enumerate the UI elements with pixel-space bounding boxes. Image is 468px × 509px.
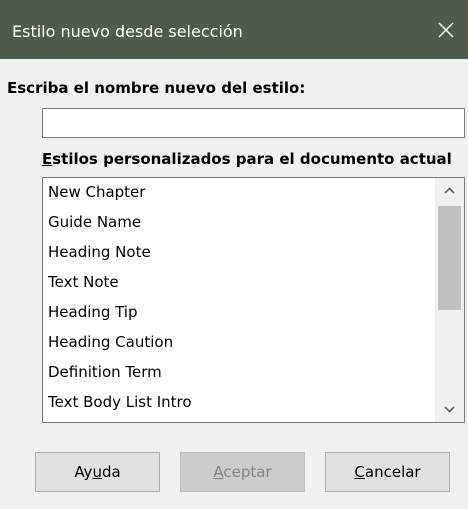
- accept-label-mnemonic: A: [213, 463, 224, 481]
- help-label-post: da: [101, 463, 121, 481]
- accept-label-post: ceptar: [223, 463, 272, 481]
- chevron-up-icon: [444, 187, 455, 194]
- list-item[interactable]: Heading Caution: [48, 330, 173, 354]
- list-item[interactable]: Guide Name: [48, 210, 141, 234]
- close-button[interactable]: [430, 14, 462, 46]
- window-title: Estilo nuevo desde selección: [12, 22, 243, 41]
- list-item[interactable]: Text Note: [48, 270, 119, 294]
- list-item[interactable]: Heading Note: [48, 240, 151, 264]
- help-label-pre: Ay: [74, 463, 93, 481]
- list-item[interactable]: Heading Tip: [48, 300, 138, 324]
- cancel-button[interactable]: Cancelar: [325, 452, 450, 492]
- list-item[interactable]: Definition Term: [48, 360, 162, 384]
- chevron-down-icon: [444, 406, 455, 413]
- custom-styles-label-mnemonic: E: [42, 150, 53, 168]
- scroll-up-button[interactable]: [435, 178, 464, 204]
- list-items-area: New Chapter Guide Name Heading Note Text…: [43, 178, 435, 422]
- style-name-label: Escriba el nombre nuevo del estilo:: [7, 79, 306, 97]
- help-button[interactable]: Ayuda: [35, 452, 160, 492]
- title-bar: Estilo nuevo desde selección: [0, 0, 468, 59]
- scroll-thumb[interactable]: [438, 206, 461, 310]
- scroll-down-button[interactable]: [435, 396, 464, 422]
- help-label-mnemonic: u: [92, 463, 102, 481]
- cancel-label-post: ancelar: [364, 463, 421, 481]
- custom-styles-label: Estilos personalizados para el documento…: [42, 150, 452, 168]
- custom-styles-label-text: stilos personalizados para el documento …: [52, 150, 452, 168]
- style-name-input[interactable]: [42, 108, 465, 138]
- list-item[interactable]: Text Body List Intro: [48, 390, 192, 414]
- cancel-label-mnemonic: C: [354, 463, 365, 481]
- custom-styles-list[interactable]: New Chapter Guide Name Heading Note Text…: [42, 177, 465, 423]
- vertical-scrollbar[interactable]: [435, 178, 464, 422]
- list-item[interactable]: New Chapter: [48, 180, 145, 204]
- close-icon: [438, 22, 454, 38]
- accept-button[interactable]: Aceptar: [180, 452, 305, 492]
